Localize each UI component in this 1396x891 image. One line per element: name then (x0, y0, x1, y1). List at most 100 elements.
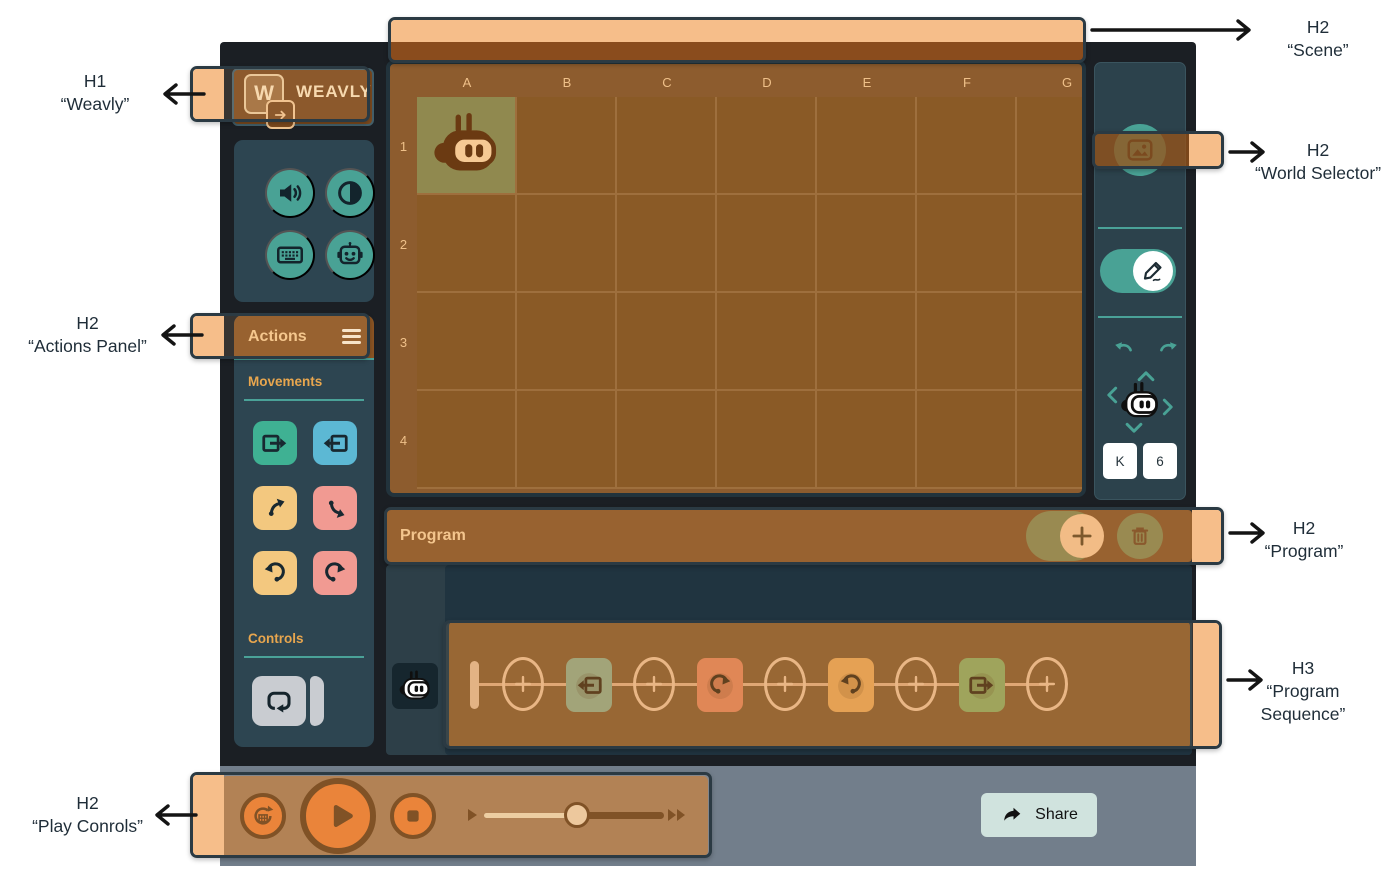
annotation-level: H1 (20, 70, 170, 93)
scene-cell-C4[interactable] (617, 391, 715, 487)
controls-section-label: Controls (248, 631, 304, 646)
scene-cell-D4[interactable] (717, 391, 815, 487)
move-backward-button[interactable] (313, 421, 357, 465)
scene-cell-G4[interactable] (1017, 391, 1082, 487)
rotate-left-icon (1109, 339, 1139, 363)
row-coordinate-button[interactable]: 6 (1143, 443, 1177, 479)
scene-cell-E3[interactable] (817, 293, 915, 389)
annotation-name: “Scene” (1258, 39, 1378, 62)
highlight-box-scene (388, 17, 1086, 63)
share-button[interactable]: Share (981, 793, 1097, 837)
scene-cell-C1[interactable] (617, 97, 715, 193)
scene-cell-E4[interactable] (817, 391, 915, 487)
keyboard-shortcuts-button[interactable] (265, 230, 315, 280)
pen-toggle[interactable] (1100, 249, 1176, 293)
character-button[interactable] (325, 230, 375, 280)
audio-button[interactable] (265, 168, 315, 218)
movements-section-label: Movements (248, 374, 322, 389)
pencil-icon (1140, 258, 1166, 284)
contrast-button[interactable] (325, 168, 375, 218)
column-coordinate-button[interactable]: K (1103, 443, 1137, 479)
highlight-tab (1189, 134, 1221, 166)
annotation-level: H2 (1258, 16, 1378, 39)
highlight-box-actions-panel (190, 313, 370, 359)
scene-cell-F2[interactable] (917, 195, 1015, 291)
highlight-box-program (384, 507, 1224, 565)
accessibility-panel (234, 140, 374, 302)
program-character-tile (392, 663, 438, 709)
annotation-name: “World Selector” (1240, 162, 1396, 185)
highlight-tab (1193, 623, 1219, 746)
divider (1098, 316, 1182, 318)
share-icon (1000, 803, 1024, 827)
turn-left-45-button[interactable] (253, 486, 297, 530)
scene-row-headers: 1234 (390, 97, 417, 489)
turn-right-90-icon (320, 558, 350, 588)
annotation-name: “Weavly” (20, 93, 170, 116)
highlight-wash (1095, 134, 1189, 166)
share-button-label: Share (1035, 806, 1078, 824)
robot-face-icon (335, 240, 365, 270)
highlight-tab (1192, 510, 1221, 562)
annotation-program: H2 “Program” (1244, 517, 1364, 563)
scene-cell-G2[interactable] (1017, 195, 1082, 291)
annotation-level: H2 (5, 312, 170, 335)
loop-icon (252, 676, 306, 726)
robot-character (429, 108, 503, 182)
scene-column-label-A: A (417, 69, 517, 97)
scene-column-label-E: E (817, 69, 917, 97)
scene-grid (417, 97, 1082, 489)
divider (1098, 227, 1182, 229)
scene-cell-D3[interactable] (717, 293, 815, 389)
scene-cell-C2[interactable] (617, 195, 715, 291)
move-backward-icon (320, 428, 350, 458)
scene-row-label-2: 2 (390, 195, 417, 293)
rotate-right-button[interactable] (1147, 338, 1177, 362)
move-forward-button[interactable] (253, 421, 297, 465)
scene-column-label-G: G (1017, 69, 1086, 97)
divider (244, 399, 364, 401)
scene-cell-B1[interactable] (517, 97, 615, 193)
scene-cell-B4[interactable] (517, 391, 615, 487)
annotation-name: “Actions Panel” (5, 335, 170, 358)
scene-cell-D2[interactable] (717, 195, 815, 291)
rotate-left-button[interactable] (1103, 338, 1133, 362)
scene-cell-G1[interactable] (1017, 97, 1082, 193)
loop-control-block[interactable] (252, 676, 324, 726)
scene-cell-G3[interactable] (1017, 293, 1082, 389)
scene-cell-B3[interactable] (517, 293, 615, 389)
highlight-tab (391, 20, 1083, 42)
divider (244, 656, 364, 658)
scene-cell-A1[interactable] (417, 97, 515, 193)
annotation-world-selector: H2 “World Selector” (1240, 139, 1396, 185)
speaker-icon (275, 178, 305, 208)
annotation-actions-panel: H2 “Actions Panel” (5, 312, 170, 358)
annotation-scene: H2 “Scene” (1258, 16, 1378, 62)
scene-cell-C3[interactable] (617, 293, 715, 389)
annotation-level: H2 (5, 792, 170, 815)
scene-cell-A3[interactable] (417, 293, 515, 389)
loop-end-bracket (310, 676, 324, 726)
scene-cell-D1[interactable] (717, 97, 815, 193)
scene-column-label-C: C (617, 69, 717, 97)
highlight-box-world-selector (1092, 131, 1224, 169)
annotation-name: “Play Conrols” (5, 815, 170, 838)
scene-cell-F1[interactable] (917, 97, 1015, 193)
turn-right-45-button[interactable] (313, 486, 357, 530)
scene-cell-E1[interactable] (817, 97, 915, 193)
scene-column-label-B: B (517, 69, 617, 97)
scene-cell-F3[interactable] (917, 293, 1015, 389)
annotation-level: H3 (1238, 657, 1368, 680)
annotation-arrow-scene (1090, 17, 1260, 43)
robot-position-indicator (1118, 379, 1162, 423)
scene-cell-E2[interactable] (817, 195, 915, 291)
annotation-name: “Program” (1244, 540, 1364, 563)
turn-left-90-button[interactable] (253, 551, 297, 595)
scene-cell-B2[interactable] (517, 195, 615, 291)
pen-toggle-knob (1133, 251, 1173, 291)
scene-cell-F4[interactable] (917, 391, 1015, 487)
annotation-level: H2 (1244, 517, 1364, 540)
turn-right-90-button[interactable] (313, 551, 357, 595)
scene-cell-A4[interactable] (417, 391, 515, 487)
scene-cell-A2[interactable] (417, 195, 515, 291)
